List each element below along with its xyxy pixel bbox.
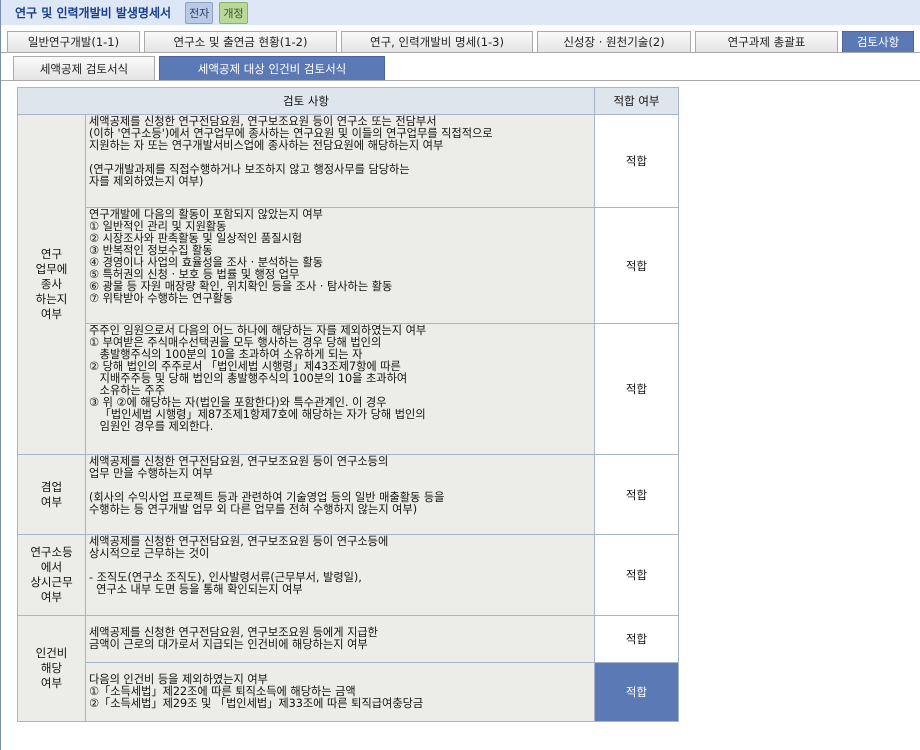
review-item: 세액공제를 신청한 연구전담요원, 연구보조요원 등이 연구소 또는 전담부서 … [84,114,596,208]
tab-project-summary[interactable]: 연구과제 총괄표 [695,31,838,52]
result-cell-selected[interactable]: 적합 [594,662,680,722]
review-item: 다음의 인건비 등을 제외하였는지 여부 ①「소득세법」제22조에 따른 퇴직소… [84,662,596,722]
tab-lab-contribution[interactable]: 연구소 및 출연금 현황(1-2) [144,31,337,52]
subtab-tax-credit-review[interactable]: 세액공제 검토서식 [13,56,155,80]
result-cell[interactable]: 적합 [594,454,680,535]
header-review-item: 검토 사항 [16,87,596,115]
table-row: 연구소등 에서 상시근무 여부 세액공제를 신청한 연구전담요원, 연구보조요원… [17,534,680,616]
table-row: 다음의 인건비 등을 제외하였는지 여부 ①「소득세법」제22조에 따른 퇴직소… [18,662,680,722]
table-row: 인건비 해당 여부 세액공제를 신청한 연구전담요원, 연구보조요원 등에게 지… [17,615,680,722]
page-title: 연구 및 인력개발비 발생명세서 [15,6,172,20]
result-cell[interactable]: 적합 [594,207,680,324]
table-row: 연구 업무에 종사 하는지 여부 세액공제를 신청한 연구전담요원, 연구보조요… [17,114,680,455]
subtab-divider [1,80,920,81]
electronic-badge[interactable]: 전자 [185,1,214,24]
review-item: 세액공제를 신청한 연구전담요원, 연구보조요원 등에게 지급한 금액이 근로의… [84,615,596,663]
table-row: 연구개발에 다음의 활동이 포함되지 않았는지 여부 ① 일반적인 관리 및 지… [18,207,680,324]
result-cell[interactable]: 적합 [594,323,680,455]
subtab-labor-cost-review[interactable]: 세액공제 대상 인건비 검토서식 [159,56,385,80]
result-cell[interactable]: 적합 [594,615,680,663]
category-side-job: 겸업 여부 [17,454,86,535]
category-labor-cost: 인건비 해당 여부 [17,615,86,722]
table-row: 주주인 임원으로서 다음의 어느 하나에 해당하는 자를 제외하였는지 여부 ①… [18,323,680,455]
result-cell[interactable]: 적합 [594,114,680,208]
tab-rnd-detail[interactable]: 연구, 인력개발비 명세(1-3) [341,31,533,52]
table-header: 검토 사항 적합 여부 [16,87,680,115]
category-research-work: 연구 업무에 종사 하는지 여부 [17,114,86,455]
main-tabs: 일반연구개발(1-1) 연구소 및 출연금 현황(1-2) 연구, 인력개발비 … [7,31,914,52]
tab-review[interactable]: 검토사항 [842,31,914,52]
review-item: 세액공제를 신청한 연구전담요원, 연구보조요원 등이 연구소등의 업무 만을 … [84,454,596,535]
category-full-time: 연구소등 에서 상시근무 여부 [17,534,86,616]
review-table: 검토 사항 적합 여부 연구 업무에 종사 하는지 여부 세액공제를 신청한 연… [16,87,680,722]
review-item: 세액공제를 신청한 연구전담요원, 연구보조요원 등이 연구소등에 상시적으로 … [84,534,596,616]
revised-badge[interactable]: 개정 [219,1,248,24]
review-item: 주주인 임원으로서 다음의 어느 하나에 해당하는 자를 제외하였는지 여부 ①… [84,323,596,455]
tab-general-rnd[interactable]: 일반연구개발(1-1) [7,31,140,52]
review-item: 연구개발에 다음의 활동이 포함되지 않았는지 여부 ① 일반적인 관리 및 지… [84,207,596,324]
table-row: 겸업 여부 세액공제를 신청한 연구전담요원, 연구보조요원 등이 연구소등의 … [17,454,680,535]
sub-tabs: 세액공제 검토서식 세액공제 대상 인건비 검토서식 [13,56,385,80]
title-bar: 연구 및 인력개발비 발생명세서 전자 개정 [1,0,920,25]
header-suitability: 적합 여부 [594,87,680,115]
tab-new-growth[interactable]: 신성장 · 원천기술(2) [537,31,691,52]
tab-divider [1,52,920,53]
result-cell[interactable]: 적합 [594,534,680,616]
